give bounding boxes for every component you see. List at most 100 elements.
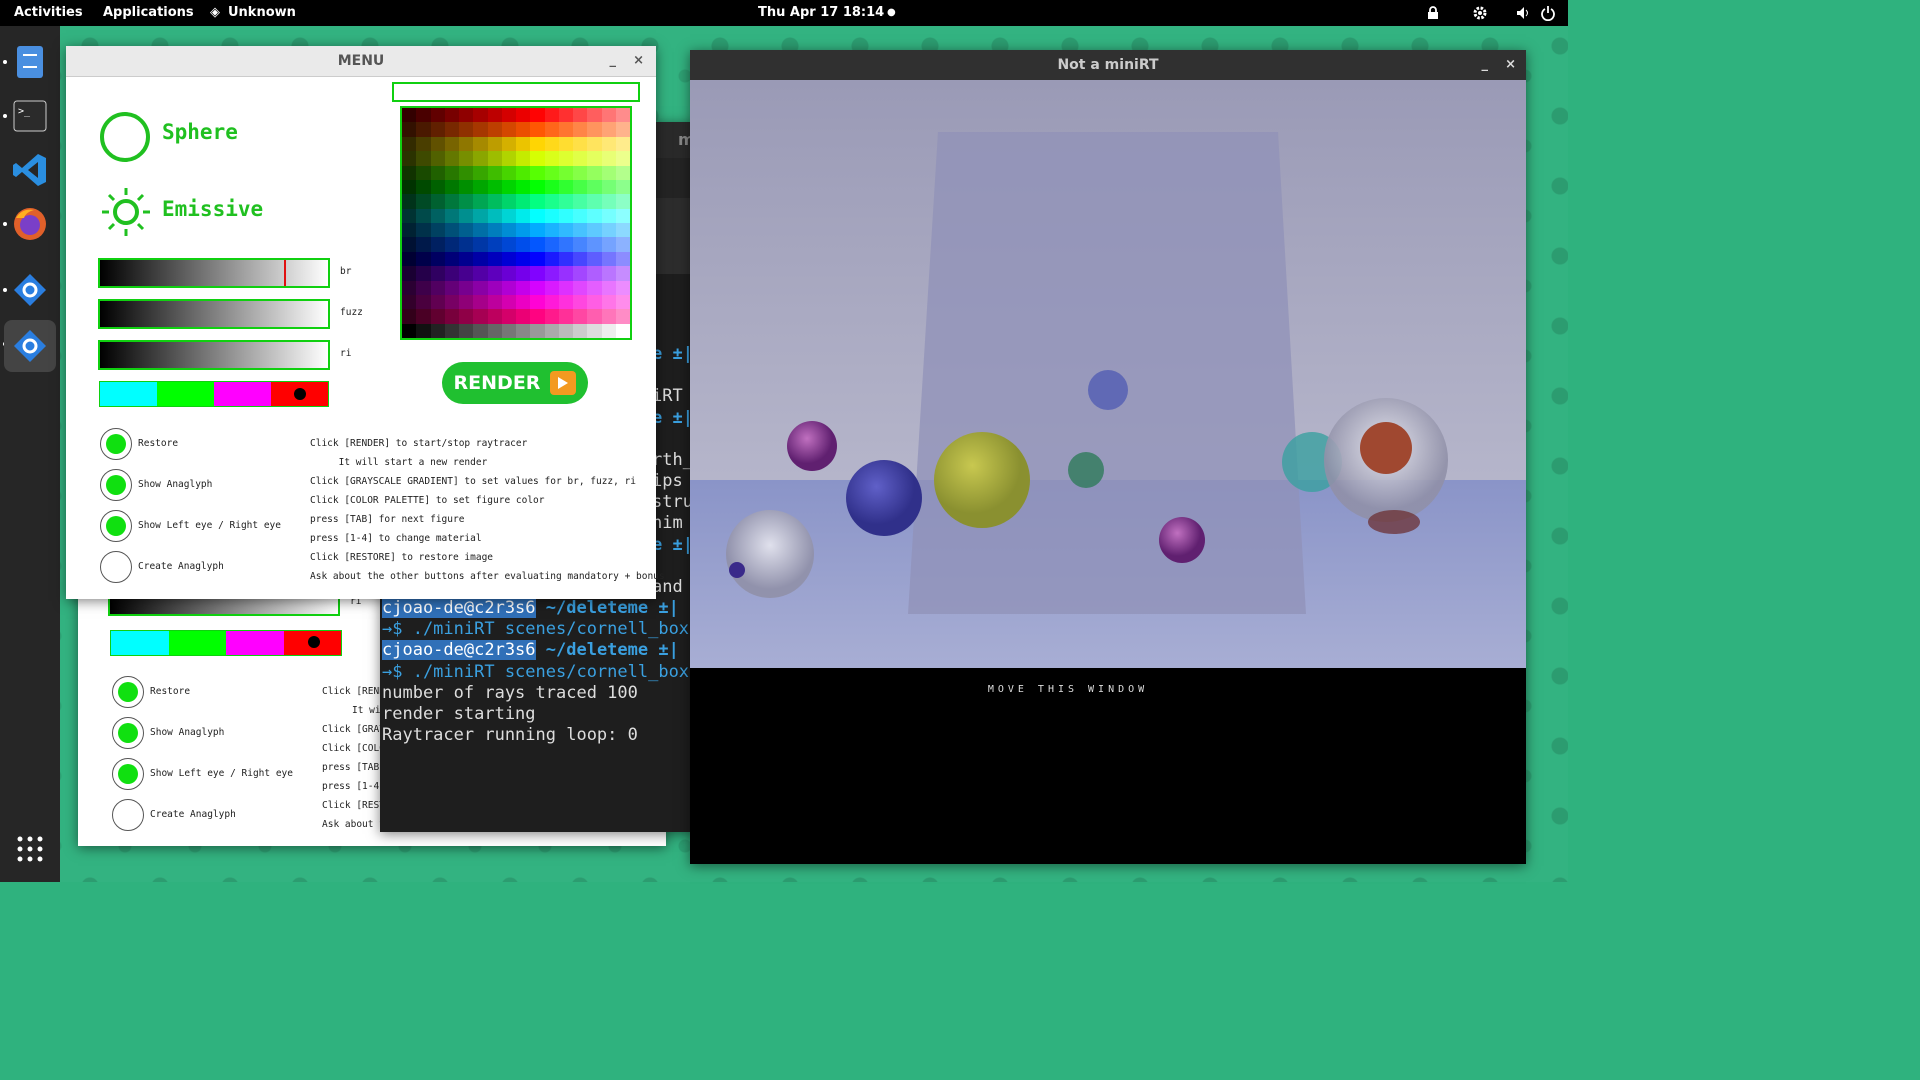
palette-cell[interactable]	[573, 251, 588, 267]
palette-cell[interactable]	[402, 223, 417, 238]
palette-cell[interactable]	[587, 122, 602, 137]
palette-cell[interactable]	[402, 151, 417, 166]
palette-cell[interactable]	[444, 309, 459, 324]
palette-cell[interactable]	[444, 223, 459, 238]
palette-cell[interactable]	[487, 251, 502, 267]
palette-cell[interactable]	[416, 136, 431, 152]
palette-cell[interactable]	[459, 266, 474, 281]
palette-cell[interactable]	[402, 194, 417, 209]
palette-cell[interactable]	[430, 136, 445, 152]
palette-cell[interactable]	[615, 280, 630, 295]
palette-cell[interactable]	[487, 122, 502, 137]
create-anaglyph-radio[interactable]	[100, 551, 132, 583]
palette-cell[interactable]	[601, 266, 616, 281]
palette-cell[interactable]	[459, 280, 474, 295]
palette-cell[interactable]	[430, 309, 445, 324]
palette-cell[interactable]	[573, 194, 588, 209]
palette-cell[interactable]	[444, 136, 459, 152]
palette-cell[interactable]	[587, 323, 602, 338]
palette-cell[interactable]	[601, 208, 616, 223]
palette-cell[interactable]	[516, 151, 531, 166]
palette-cell[interactable]	[416, 122, 431, 137]
swatch-green[interactable]	[168, 631, 226, 655]
palette-cell[interactable]	[587, 108, 602, 123]
clock[interactable]: Thu Apr 17 18:14	[758, 5, 884, 20]
show-eyes-radio[interactable]	[100, 510, 132, 542]
palette-cell[interactable]	[430, 237, 445, 252]
palette-cell[interactable]	[402, 165, 417, 180]
palette-cell[interactable]	[544, 165, 559, 180]
palette-cell[interactable]	[487, 223, 502, 238]
palette-cell[interactable]	[573, 309, 588, 324]
palette-cell[interactable]	[615, 323, 630, 338]
activities-button[interactable]: Activities	[14, 5, 83, 20]
palette-cell[interactable]	[530, 122, 545, 137]
palette-cell[interactable]	[473, 122, 488, 137]
palette-cell[interactable]	[402, 108, 417, 123]
palette-cell[interactable]	[601, 122, 616, 137]
render-titlebar[interactable]: Not a miniRT _ ×	[690, 50, 1526, 80]
palette-cell[interactable]	[573, 165, 588, 180]
palette-cell[interactable]	[459, 122, 474, 137]
palette-cell[interactable]	[573, 323, 588, 338]
palette-cell[interactable]	[487, 136, 502, 152]
palette-cell[interactable]	[430, 294, 445, 310]
palette-cell[interactable]	[615, 108, 630, 123]
palette-cell[interactable]	[487, 151, 502, 166]
palette-cell[interactable]	[501, 237, 516, 252]
palette-cell[interactable]	[430, 194, 445, 209]
palette-cell[interactable]	[530, 108, 545, 123]
minirt-icon-active[interactable]	[4, 320, 56, 372]
palette-cell[interactable]	[587, 251, 602, 267]
palette-cell[interactable]	[530, 136, 545, 152]
palette-cell[interactable]	[501, 251, 516, 267]
palette-cell[interactable]	[487, 323, 502, 338]
palette-cell[interactable]	[530, 280, 545, 295]
br-marker[interactable]	[284, 260, 286, 286]
palette-cell[interactable]	[459, 208, 474, 223]
palette-cell[interactable]	[416, 280, 431, 295]
vscode-icon[interactable]	[8, 148, 52, 192]
palette-cell[interactable]	[615, 294, 630, 310]
palette-cell[interactable]	[473, 294, 488, 310]
palette-cell[interactable]	[444, 294, 459, 310]
palette-cell[interactable]	[516, 266, 531, 281]
palette-cell[interactable]	[430, 151, 445, 166]
palette-cell[interactable]	[587, 223, 602, 238]
palette-cell[interactable]	[487, 179, 502, 195]
palette-cell[interactable]	[473, 237, 488, 252]
palette-cell[interactable]	[516, 280, 531, 295]
palette-cell[interactable]	[501, 266, 516, 281]
palette-cell[interactable]	[530, 237, 545, 252]
palette-cell[interactable]	[544, 194, 559, 209]
palette-cell[interactable]	[530, 309, 545, 324]
palette-cell[interactable]	[444, 165, 459, 180]
palette-cell[interactable]	[516, 165, 531, 180]
palette-cell[interactable]	[573, 266, 588, 281]
palette-cell[interactable]	[473, 309, 488, 324]
palette-cell[interactable]	[416, 237, 431, 252]
swatch-red[interactable]	[283, 631, 341, 655]
palette-cell[interactable]	[516, 251, 531, 267]
palette-cell[interactable]	[573, 136, 588, 152]
palette-cell[interactable]	[558, 237, 573, 252]
palette-cell[interactable]	[501, 280, 516, 295]
palette-cell[interactable]	[416, 323, 431, 338]
palette-cell[interactable]	[416, 179, 431, 195]
color-palette[interactable]	[400, 106, 632, 340]
palette-cell[interactable]	[487, 194, 502, 209]
palette-cell[interactable]	[487, 266, 502, 281]
palette-cell[interactable]	[459, 136, 474, 152]
palette-cell[interactable]	[544, 266, 559, 281]
palette-cell[interactable]	[615, 208, 630, 223]
palette-cell[interactable]	[430, 266, 445, 281]
palette-cell[interactable]	[416, 151, 431, 166]
palette-cell[interactable]	[530, 323, 545, 338]
palette-cell[interactable]	[573, 237, 588, 252]
palette-cell[interactable]	[530, 179, 545, 195]
palette-cell[interactable]	[558, 194, 573, 209]
palette-cell[interactable]	[459, 165, 474, 180]
palette-cell[interactable]	[444, 122, 459, 137]
palette-cell[interactable]	[601, 165, 616, 180]
palette-cell[interactable]	[573, 122, 588, 137]
